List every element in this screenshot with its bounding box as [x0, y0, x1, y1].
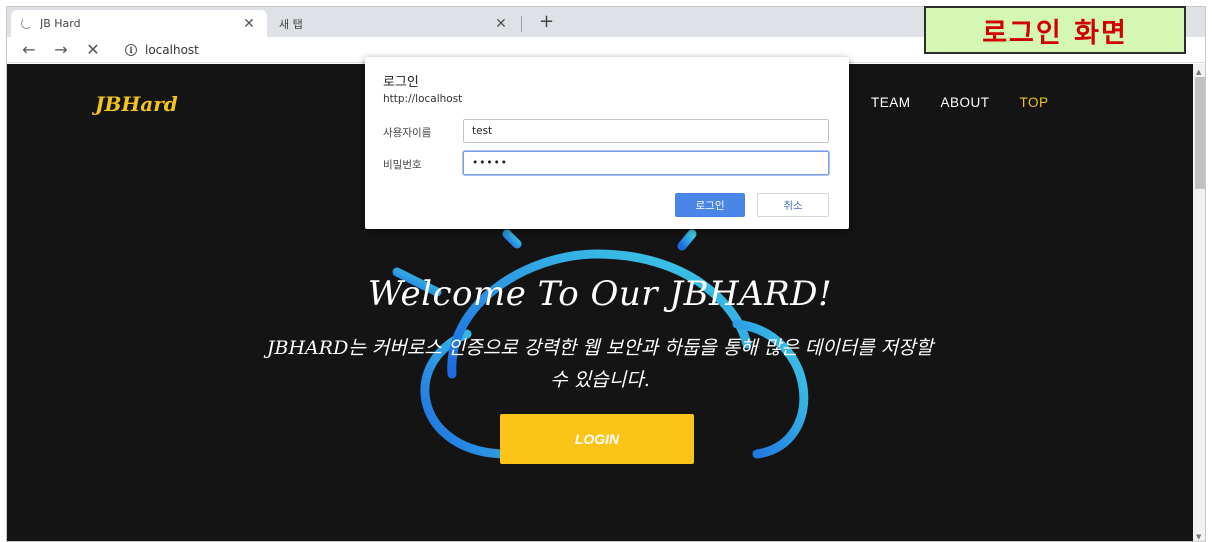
close-tab-icon[interactable]: ✕: [241, 16, 257, 32]
loading-spinner-icon: [21, 18, 32, 29]
site-logo[interactable]: JBHard: [95, 92, 178, 116]
back-arrow-icon[interactable]: ←: [17, 40, 41, 59]
dialog-cancel-button[interactable]: 취소: [757, 193, 829, 217]
login-dialog: 로그인 http://localhost 사용자이름 비밀번호 로그인 취소: [365, 57, 849, 229]
new-tab-button[interactable]: +: [539, 11, 554, 32]
stop-loading-icon[interactable]: ✕: [81, 40, 105, 59]
password-label: 비밀번호: [383, 159, 422, 171]
dialog-title: 로그인: [383, 75, 419, 90]
site-nav: TEAM ABOUT TOP: [871, 95, 1049, 110]
password-field[interactable]: [463, 151, 829, 175]
address-text: localhost: [145, 42, 199, 57]
nav-item-about[interactable]: ABOUT: [941, 95, 990, 110]
forward-arrow-icon[interactable]: →: [49, 40, 73, 59]
tab-title: 새 탭: [279, 17, 303, 31]
page-scrollbar[interactable]: ▲ ▼: [1193, 64, 1205, 541]
subtext-line: 수 있습니다.: [550, 369, 650, 391]
tab-divider: [521, 16, 522, 32]
username-label: 사용자이름: [383, 127, 432, 139]
info-icon[interactable]: i: [125, 43, 137, 56]
scroll-thumb[interactable]: [1195, 77, 1205, 189]
tab-jb-hard[interactable]: JB Hard ✕: [11, 10, 267, 37]
nav-item-top[interactable]: TOP: [1020, 95, 1049, 110]
tab-new-tab[interactable]: 새 탭 ✕: [269, 10, 519, 37]
caption-label: 로그인 화면: [924, 6, 1186, 54]
username-field[interactable]: [463, 119, 829, 143]
close-tab-icon[interactable]: ✕: [493, 16, 509, 32]
login-button[interactable]: LOGIN: [500, 414, 694, 464]
scroll-down-arrow-icon[interactable]: ▼: [1196, 533, 1201, 541]
tab-title: JB Hard: [40, 17, 81, 30]
subtext-line: JBHARD는 커버로스 인증으로 강력한 웹 보안과 하둡을 통해 많은 데이…: [266, 337, 934, 359]
page-headline: Welcome To Our JBHARD!: [367, 274, 833, 314]
address-bar[interactable]: i localhost: [125, 43, 199, 57]
dialog-login-button[interactable]: 로그인: [675, 193, 745, 217]
page-subtext: JBHARD는 커버로스 인증으로 강력한 웹 보안과 하둡을 통해 많은 데이…: [97, 332, 1103, 396]
scroll-up-arrow-icon[interactable]: ▲: [1196, 68, 1201, 76]
browser-window: JB Hard ✕ 새 탭 ✕ + ← → ✕ i localhost JBHa…: [6, 6, 1206, 542]
nav-item-team[interactable]: TEAM: [871, 95, 911, 110]
dialog-url: http://localhost: [383, 93, 463, 105]
